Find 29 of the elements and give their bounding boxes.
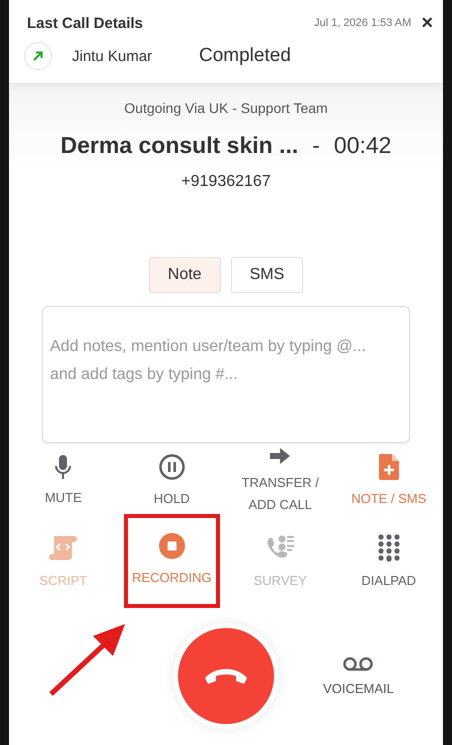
close-button[interactable]: × <box>421 13 433 33</box>
action-button[interactable]: DIALPAD <box>359 532 418 594</box>
note-input-field[interactable]: Add notes, mention user/team by typing @... and add tags by typing #... <box>42 306 410 443</box>
tab[interactable]: SMS <box>230 257 304 293</box>
action-button[interactable]: HOLD <box>152 452 192 512</box>
microphone-icon <box>55 455 72 479</box>
document-plus-icon <box>378 454 399 480</box>
scroll-code-icon <box>48 534 78 562</box>
outgoing-arrow-icon <box>33 51 43 61</box>
action-button[interactable]: TRANSFER / ADD CALL <box>230 446 330 518</box>
action-button[interactable]: MUTE <box>42 453 84 511</box>
caller-name: Derma consult skin ... <box>60 132 298 159</box>
contact-name: Jintu Kumar <box>72 48 154 64</box>
dialpad-icon <box>378 534 400 562</box>
arrow-right-icon <box>270 448 290 464</box>
voicemail-button[interactable]: VOICEMAIL <box>317 656 400 696</box>
stop-icon <box>158 533 185 559</box>
pause-icon <box>158 454 185 480</box>
voicemail-icon <box>343 656 374 670</box>
hang-up-icon <box>203 666 249 686</box>
phone-number: +919362167 <box>181 173 271 191</box>
call-status: Completed <box>199 45 291 67</box>
tab[interactable]: Note <box>148 257 221 293</box>
call-route: Outgoing Via UK - Support Team <box>124 100 328 116</box>
call-timestamp: Jul 1, 2026 1:53 AM <box>314 17 412 29</box>
hang-up-button[interactable] <box>178 628 274 724</box>
panel-title: Last Call Details <box>27 14 144 32</box>
separator: - <box>312 132 320 159</box>
call-duration: 00:42 <box>334 132 392 159</box>
